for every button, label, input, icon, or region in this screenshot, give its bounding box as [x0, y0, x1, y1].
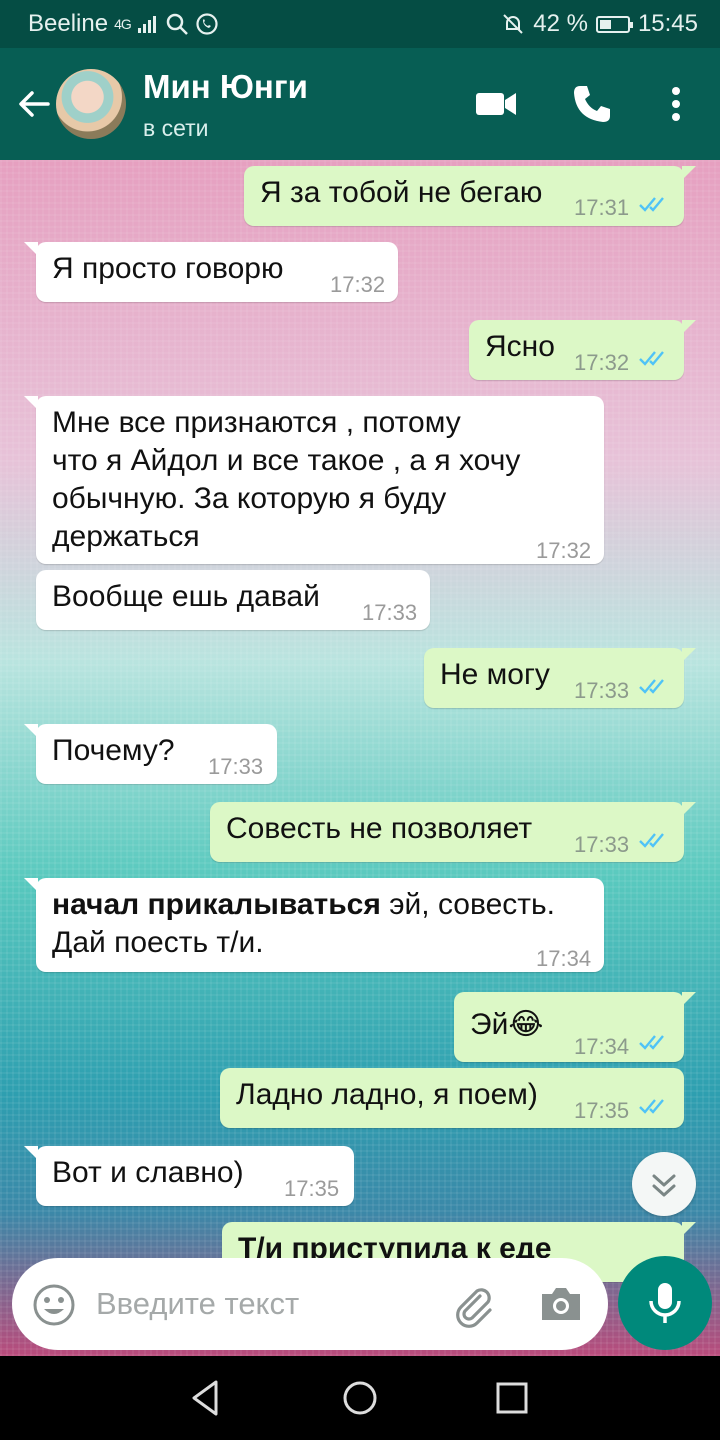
contact-status: в сети	[143, 115, 209, 141]
phone-icon[interactable]	[570, 82, 614, 126]
message-outgoing[interactable]: Не могу 17:33	[424, 648, 696, 708]
scroll-to-bottom-button[interactable]	[632, 1152, 696, 1216]
message-line: держаться	[52, 520, 200, 553]
message-text: Ладно ладно, я поем)	[236, 1078, 538, 1111]
message-outgoing[interactable]: Ладно ладно, я поем) 17:35	[220, 1068, 684, 1128]
message-text: Не могу	[440, 658, 550, 691]
message-time: 17:32	[330, 272, 386, 297]
message-time: 17:33	[362, 600, 418, 625]
system-nav-bar	[0, 1356, 720, 1440]
battery-fill	[599, 19, 611, 29]
status-left: Beeline 4G	[28, 10, 219, 38]
bubble-tail	[682, 802, 696, 816]
back-arrow-icon[interactable]	[14, 84, 54, 124]
message-text: Ясно	[485, 330, 555, 363]
double-chevron-down-icon	[652, 1174, 676, 1197]
read-ticks-icon	[639, 1099, 664, 1114]
message-time: 17:34	[574, 1034, 630, 1059]
bubble-tail	[682, 648, 696, 662]
bubble-tail	[24, 1146, 38, 1160]
bold-text: начал прикалываться	[52, 888, 381, 921]
message-text: Эй😂	[470, 1008, 544, 1041]
message-time: 17:31	[574, 195, 630, 220]
bubble-tail	[24, 724, 38, 738]
message-time: 17:33	[208, 754, 264, 779]
message-time: 17:32	[574, 350, 630, 375]
status-right: 42 % 15:45	[501, 10, 698, 38]
message-compose-bar	[12, 1258, 608, 1350]
signal-icon	[137, 16, 156, 33]
clock: 15:45	[637, 10, 698, 37]
message-time: 17:35	[284, 1176, 340, 1201]
message-incoming[interactable]: начал прикалываться эй, совесть. Дай пое…	[24, 878, 604, 972]
message-line: что я Айдол и все такое , а я хочу	[52, 444, 521, 477]
message-incoming[interactable]: Почему? 17:33	[24, 724, 277, 784]
bubble-tail	[24, 878, 38, 892]
read-ticks-icon	[639, 351, 664, 366]
emoji-icon[interactable]	[32, 1283, 76, 1327]
nav-home-icon[interactable]	[340, 1378, 380, 1418]
message-outgoing[interactable]: Совесть не позволяет 17:33	[210, 802, 696, 862]
message-incoming[interactable]: Я просто говорю 17:32	[24, 242, 398, 302]
battery-icon	[595, 15, 633, 33]
message-outgoing[interactable]: Ясно 17:32	[469, 320, 696, 380]
message-line: обычную. За которую я буду	[52, 482, 447, 515]
bubble-tail	[682, 166, 696, 180]
chat-area[interactable]: Я за тобой не бегаю 17:31 Я просто говор…	[0, 160, 720, 1356]
message-line: начал прикалываться эй, совесть.	[52, 886, 555, 924]
message-line: Дай поесть т/и.	[52, 926, 264, 959]
whatsapp-icon	[196, 13, 218, 35]
message-input[interactable]	[96, 1258, 436, 1350]
chat-header: Мин Юнги в сети	[0, 48, 720, 160]
read-ticks-icon	[639, 833, 664, 848]
message-line-rest: эй, совесть.	[380, 888, 555, 921]
avatar[interactable]	[56, 69, 126, 139]
message-text: Почему?	[52, 734, 175, 767]
read-ticks-icon	[639, 679, 664, 694]
video-call-icon[interactable]	[474, 82, 518, 126]
bell-off-icon	[503, 14, 523, 34]
message-time: 17:34	[536, 946, 592, 971]
message-text: Вообще ешь давай	[52, 580, 320, 613]
message-incoming[interactable]: Вообще ешь давай 17:33	[36, 570, 430, 630]
message-text: Совесть не позволяет	[226, 812, 533, 845]
bubble-tail	[24, 242, 38, 256]
contact-name[interactable]: Мин Юнги	[143, 68, 308, 106]
mic-icon	[649, 1283, 681, 1323]
message-text: Я просто говорю	[52, 252, 284, 285]
read-ticks-icon	[639, 1035, 664, 1050]
status-bar: Beeline 4G 42 % 15:45	[0, 0, 720, 48]
network-type-label: 4G	[114, 16, 132, 32]
battery-percent: 42 %	[533, 10, 588, 37]
camera-icon[interactable]	[538, 1284, 584, 1324]
bubble-tail	[682, 320, 696, 334]
message-incoming[interactable]: Вот и славно) 17:35	[24, 1146, 354, 1206]
message-incoming[interactable]: Мне все признаются , потому что я Айдол …	[24, 396, 604, 564]
more-vert-icon[interactable]	[654, 82, 698, 126]
bubble-tail	[682, 992, 696, 1006]
message-text: Я за тобой не бегаю	[260, 176, 543, 209]
bubble-tail	[24, 396, 38, 410]
message-outgoing[interactable]: Я за тобой не бегаю 17:31	[244, 166, 696, 226]
message-line: Мне все признаются , потому	[52, 406, 461, 439]
message-outgoing[interactable]: Эй😂 17:34	[454, 992, 696, 1062]
message-text: Мне все признаются , потому что я Айдол …	[52, 404, 520, 556]
message-text: начал прикалываться эй, совесть. Дай пое…	[52, 886, 555, 962]
message-time: 17:33	[574, 678, 630, 703]
carrier-label: Beeline	[28, 10, 109, 37]
message-time: 17:35	[574, 1098, 630, 1123]
bubble-tail	[682, 1222, 696, 1236]
read-ticks-icon	[639, 197, 664, 212]
attach-icon[interactable]	[450, 1282, 496, 1328]
message-time: 17:32	[536, 538, 592, 563]
mic-button[interactable]	[618, 1256, 712, 1350]
message-time: 17:33	[574, 832, 630, 857]
search-icon	[166, 13, 188, 35]
message-text: Вот и славно)	[52, 1156, 244, 1189]
nav-back-icon[interactable]	[186, 1378, 226, 1418]
nav-recents-icon[interactable]	[492, 1378, 532, 1418]
